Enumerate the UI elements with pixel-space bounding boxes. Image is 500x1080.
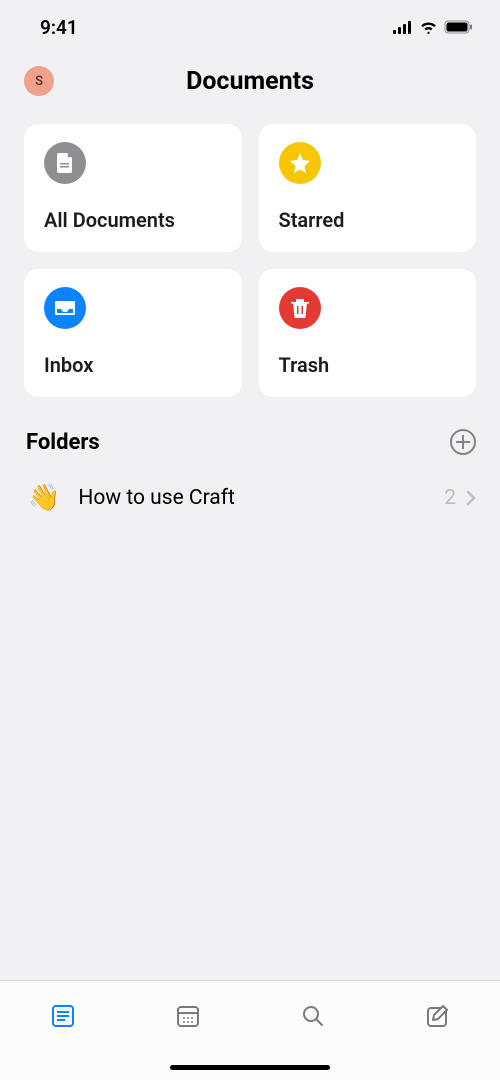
folders-section-header: Folders — [0, 397, 500, 471]
folders-title: Folders — [26, 430, 100, 455]
star-icon — [279, 142, 321, 184]
inbox-card[interactable]: Inbox — [24, 269, 242, 397]
folder-name: How to use Craft — [78, 486, 444, 510]
tab-calendar[interactable] — [173, 1001, 203, 1031]
tab-compose[interactable] — [423, 1001, 453, 1031]
chevron-right-icon — [466, 490, 476, 506]
document-icon — [44, 142, 86, 184]
plus-icon — [456, 435, 470, 449]
card-label: Trash — [279, 353, 457, 377]
search-tab-icon — [300, 1003, 326, 1029]
header: S Documents — [0, 50, 500, 124]
card-label: All Documents — [44, 208, 222, 232]
tab-search[interactable] — [298, 1001, 328, 1031]
trash-card[interactable]: Trash — [259, 269, 477, 397]
cellular-icon — [393, 21, 413, 34]
battery-icon — [444, 20, 474, 34]
status-time: 9:41 — [40, 16, 78, 39]
page-title: Documents — [186, 67, 314, 96]
folder-row[interactable]: 👋 How to use Craft 2 — [0, 471, 500, 525]
status-bar: 9:41 — [0, 0, 500, 50]
folder-emoji: 👋 — [28, 483, 60, 513]
starred-card[interactable]: Starred — [259, 124, 477, 252]
tab-documents[interactable] — [48, 1001, 78, 1031]
card-label: Starred — [279, 208, 457, 232]
card-label: Inbox — [44, 353, 222, 377]
status-icons — [393, 20, 474, 34]
calendar-tab-icon — [175, 1003, 201, 1029]
tab-bar — [0, 980, 500, 1080]
card-grid: All Documents Starred Inbox Trash — [0, 124, 500, 397]
wifi-icon — [419, 20, 438, 34]
add-folder-button[interactable] — [450, 429, 476, 455]
all-documents-card[interactable]: All Documents — [24, 124, 242, 252]
documents-tab-icon — [50, 1003, 76, 1029]
home-indicator[interactable] — [170, 1065, 330, 1070]
folder-count: 2 — [444, 486, 456, 510]
trash-icon — [279, 287, 321, 329]
inbox-icon — [44, 287, 86, 329]
avatar[interactable]: S — [24, 66, 54, 96]
compose-tab-icon — [425, 1003, 451, 1029]
